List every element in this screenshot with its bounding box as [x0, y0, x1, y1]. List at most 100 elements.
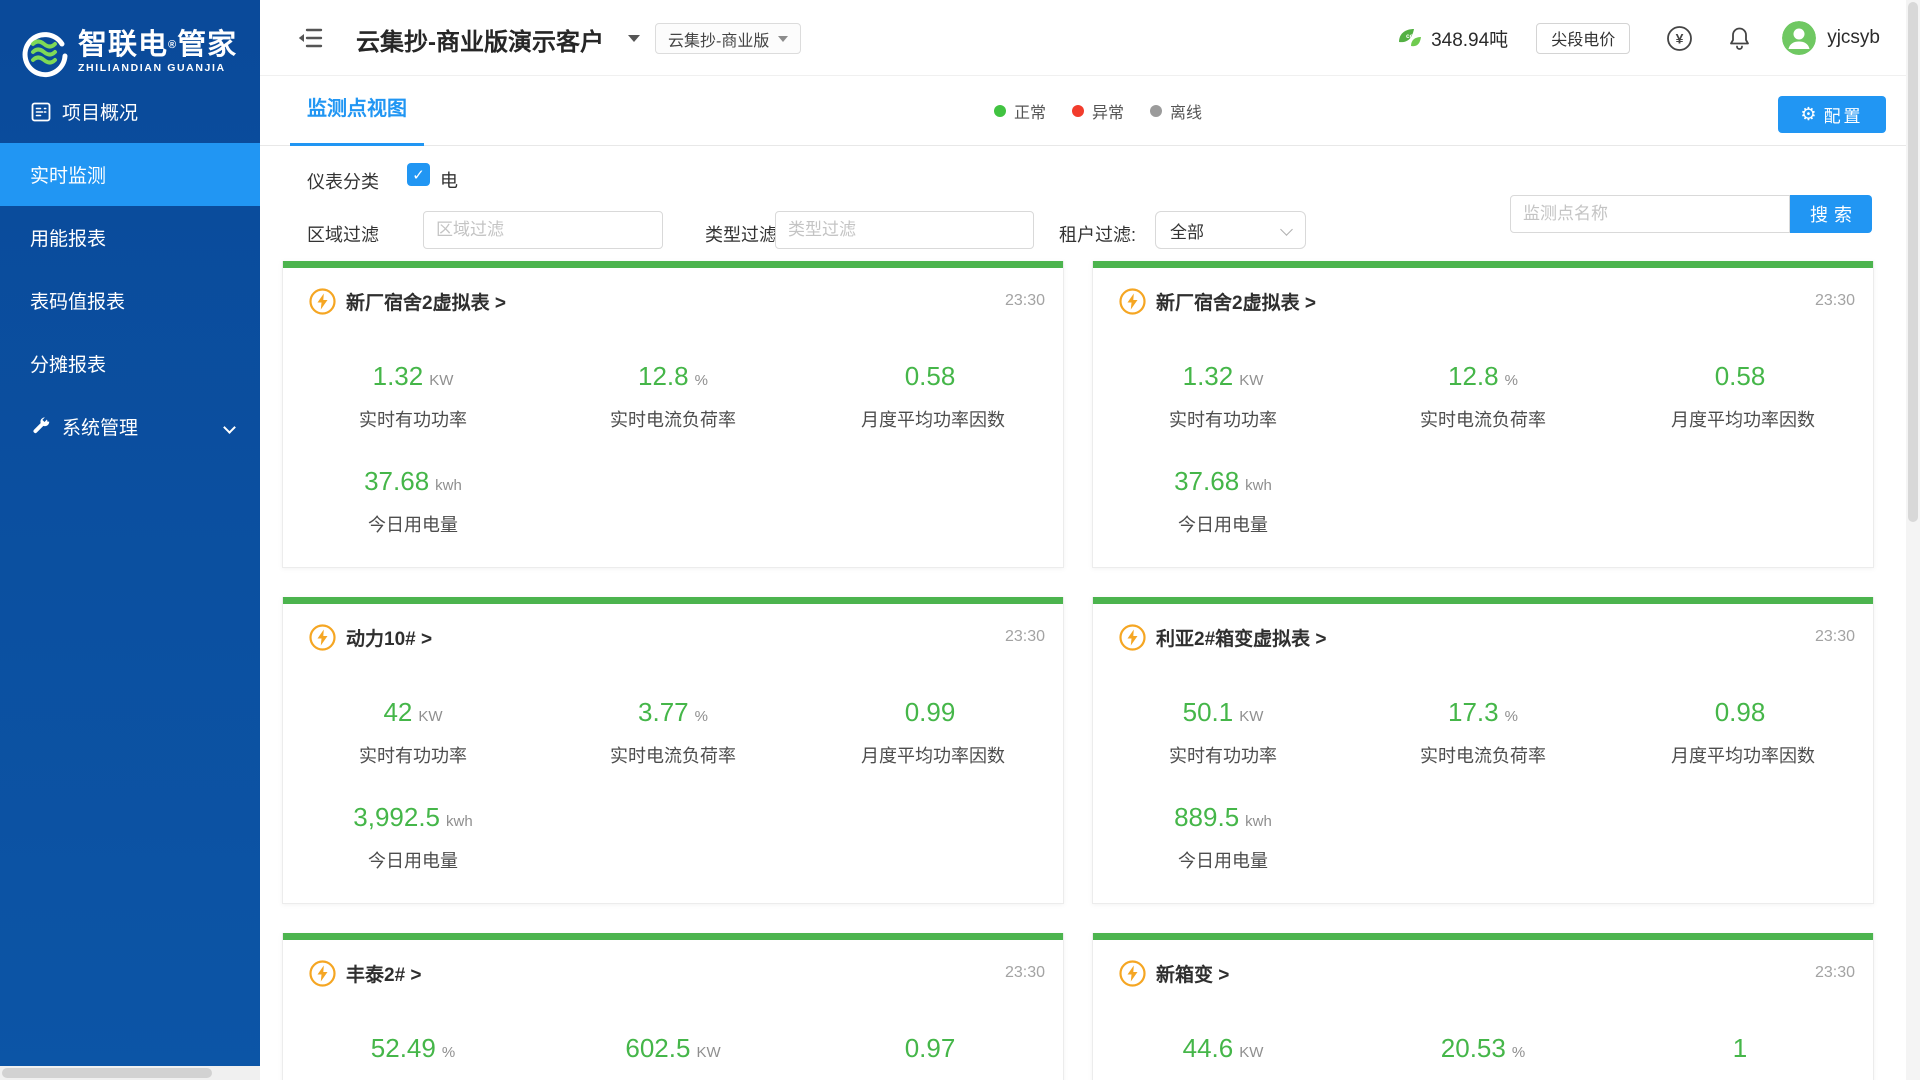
card-title-link[interactable]: 新箱变 > — [1156, 960, 1229, 987]
metric-1: 52.49% — [283, 1033, 543, 1078]
brand-logo: 智联电®管家 ZHILIANDIAN GUANJIA — [0, 0, 260, 88]
status-bar-normal — [1093, 933, 1873, 940]
metric-label: 今日用电量 — [283, 511, 543, 537]
metric-value: 44.6 — [1183, 1033, 1234, 1063]
card-title-link[interactable]: 动力10# > — [346, 624, 432, 651]
status-bar-normal — [283, 933, 1063, 940]
config-button[interactable]: ⚙ 配置 — [1778, 96, 1886, 133]
metric-unit: KW — [696, 1044, 720, 1061]
brand-zh1: 智联电 — [78, 29, 168, 61]
metric-value: 602.5 — [625, 1033, 690, 1063]
type-filter-input[interactable] — [775, 211, 1034, 249]
metric-unit: % — [1505, 708, 1518, 725]
metric-label: 实时电流负荷率 — [543, 406, 803, 432]
price-period-badge[interactable]: 尖段电价 — [1536, 23, 1630, 54]
card-timestamp: 23:30 — [1005, 628, 1045, 646]
metric-value: 0.58 — [905, 361, 956, 391]
sidebar-item-realtime-monitoring[interactable]: 实时监测 — [0, 143, 260, 206]
sidebar-item-energy-report[interactable]: 用能报表 — [0, 206, 260, 269]
metric-unit: % — [695, 708, 708, 725]
version-tag-label: 云集抄-商业版 — [668, 27, 769, 51]
search-button[interactable]: 搜索 — [1790, 195, 1872, 233]
sidebar-item-allocation-report[interactable]: 分摊报表 — [0, 332, 260, 395]
metric-row: 1.32KW 实时有功功率 12.8% 实时电流负荷率 0.58 月度平均功率因… — [1093, 361, 1873, 432]
username[interactable]: yjcsyb — [1827, 27, 1880, 49]
user-avatar[interactable] — [1782, 21, 1816, 55]
card-timestamp: 23:30 — [1815, 292, 1855, 310]
lightning-icon — [309, 960, 336, 987]
vertical-scrollbar[interactable] — [1906, 0, 1920, 1080]
metric-value: 17.3 — [1448, 697, 1499, 727]
legend-label: 正常 — [1014, 99, 1046, 123]
filter-bar: 仪表分类 ✓ 电 区域过滤 类型过滤 租户过滤: 全部 搜索 — [260, 146, 1920, 261]
metric-2: 20.53% — [1353, 1033, 1613, 1078]
notification-bell-icon[interactable] — [1727, 25, 1752, 52]
monitor-card[interactable]: 动力10# > 23:30 42KW 实时有功功率 3.77% 实时电流负荷率 … — [282, 597, 1064, 904]
sidebar-item-meter-reading-report[interactable]: 表码值报表 — [0, 269, 260, 332]
monitor-card[interactable]: 新厂宿舍2虚拟表 > 23:30 1.32KW 实时有功功率 12.8% 实时电… — [1092, 261, 1874, 568]
card-title-link[interactable]: 新厂宿舍2虚拟表 > — [1156, 288, 1316, 315]
tenant-filter-label: 租户过滤: — [1059, 221, 1136, 247]
metric-unit: KW — [1239, 372, 1263, 389]
carbon-total: 348.94吨 — [1431, 25, 1508, 52]
legend-item-abnormal: 异常 — [1072, 99, 1124, 123]
metric-3: 1 — [1613, 1033, 1873, 1078]
config-button-label: 配置 — [1824, 102, 1864, 127]
monitor-card[interactable]: 新厂宿舍2虚拟表 > 23:30 1.32KW 实时有功功率 12.8% 实时电… — [282, 261, 1064, 568]
metric-active-power: 1.32KW 实时有功功率 — [283, 361, 543, 432]
card-title-link[interactable]: 利亚2#箱变虚拟表 > — [1156, 624, 1327, 651]
metric-daily-energy: 37.68kwh 今日用电量 — [1093, 466, 1353, 537]
sidebar-horizontal-scrollbar[interactable] — [0, 1066, 260, 1080]
sidebar-item-label: 系统管理 — [62, 413, 138, 440]
metric-label: 月度平均功率因数 — [803, 406, 1063, 432]
metric-value: 0.99 — [905, 697, 956, 727]
metric-value: 37.68 — [1174, 466, 1239, 496]
sidebar-horizontal-scrollbar-thumb[interactable] — [2, 1068, 212, 1078]
status-bar-normal — [283, 597, 1063, 604]
sidebar-item-label: 用能报表 — [30, 224, 106, 251]
sidebar-item-system-management[interactable]: 系统管理 — [0, 395, 260, 458]
card-title-link[interactable]: 丰泰2# > — [346, 960, 422, 987]
tenant-select[interactable]: 全部 — [1155, 211, 1306, 249]
metric-1: 44.6KW — [1093, 1033, 1353, 1078]
topbar: 云集抄-商业版演示客户 云集抄-商业版 co₂ 348.94吨 尖段电价 ¥ — [260, 0, 1920, 76]
tenant-select-value: 全部 — [1170, 218, 1204, 243]
metric-value: 20.53 — [1441, 1033, 1506, 1063]
monitor-card[interactable]: 利亚2#箱变虚拟表 > 23:30 50.1KW 实时有功功率 17.3% 实时… — [1092, 597, 1874, 904]
card-header: 利亚2#箱变虚拟表 > 23:30 — [1093, 620, 1873, 654]
metric-3: 0.97 — [803, 1033, 1063, 1078]
metric-unit: kwh — [435, 477, 462, 494]
lightning-icon — [1119, 960, 1146, 987]
metric-value: 0.98 — [1715, 697, 1766, 727]
status-bar-normal — [283, 261, 1063, 268]
tab-monitor-point-view[interactable]: 监测点视图 — [290, 76, 424, 146]
card-title-link[interactable]: 新厂宿舍2虚拟表 > — [346, 288, 506, 315]
card-header: 丰泰2# > 23:30 — [283, 956, 1063, 990]
legend-dot — [994, 105, 1006, 117]
metric-2: 602.5 KW — [543, 1033, 803, 1078]
search-input[interactable] — [1510, 195, 1790, 233]
region-filter-input[interactable] — [423, 211, 663, 249]
tab-bar: 监测点视图 正常 异常 离线 ⚙ 配置 — [260, 76, 1920, 146]
vertical-scrollbar-thumb[interactable] — [1908, 2, 1918, 522]
electric-checkbox-label[interactable]: 电 — [440, 167, 458, 193]
monitor-card[interactable]: 新箱变 > 23:30 44.6KW 20.53% 1 — [1092, 933, 1874, 1080]
metric-daily-energy: 3,992.5kwh 今日用电量 — [283, 802, 543, 873]
metric-active-power: 50.1KW 实时有功功率 — [1093, 697, 1353, 768]
card-header: 新厂宿舍2虚拟表 > 23:30 — [283, 284, 1063, 318]
caret-down-icon[interactable] — [628, 35, 640, 42]
version-tag-dropdown[interactable]: 云集抄-商业版 — [655, 23, 801, 54]
page-title[interactable]: 云集抄-商业版演示客户 — [356, 22, 604, 57]
metric-unit: % — [442, 1044, 455, 1061]
menu-fold-icon[interactable] — [298, 26, 324, 50]
electric-checkbox[interactable]: ✓ — [407, 163, 430, 186]
sidebar-item-project-overview[interactable]: 项目概况 — [0, 80, 260, 143]
lightning-icon — [309, 288, 336, 315]
sidebar-nav: 项目概况 实时监测 用能报表 表码值报表 分摊报表 系统管理 — [0, 80, 260, 458]
sidebar: 智联电®管家 ZHILIANDIAN GUANJIA 项目概况 实时监测 用能报… — [0, 0, 260, 1080]
metric-label: 今日用电量 — [283, 847, 543, 873]
metric-load-rate: 12.8% 实时电流负荷率 — [1353, 361, 1613, 432]
metric-row: 44.6KW 20.53% 1 — [1093, 1033, 1873, 1078]
monitor-card[interactable]: 丰泰2# > 23:30 52.49% 602.5 KW 0.97 — [282, 933, 1064, 1080]
currency-icon[interactable]: ¥ — [1666, 25, 1693, 52]
